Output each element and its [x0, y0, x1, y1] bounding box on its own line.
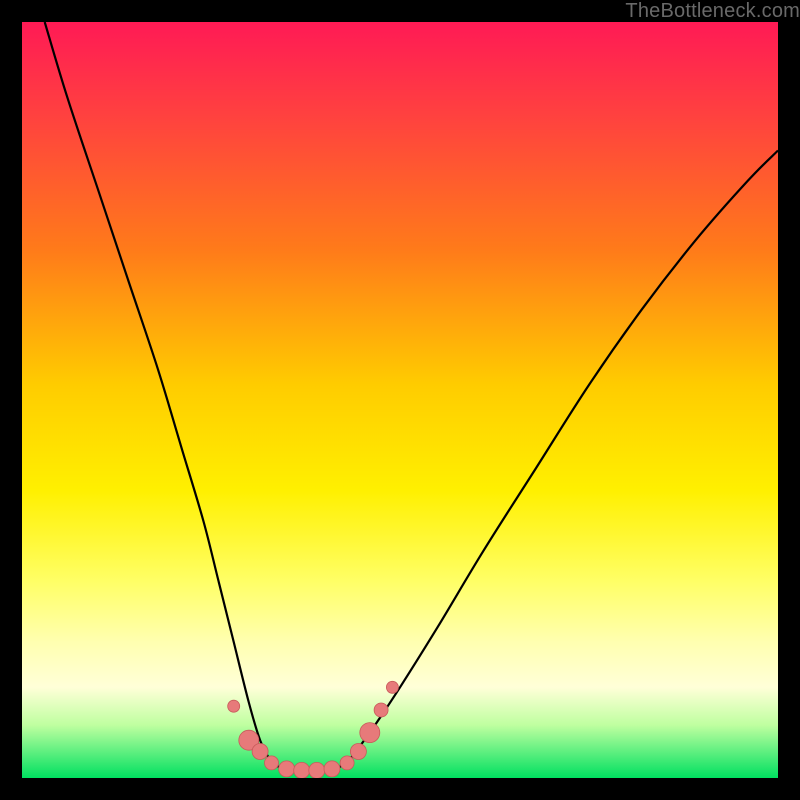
watermark-text: TheBottleneck.com	[625, 0, 800, 23]
chart-frame: TheBottleneck.com	[0, 0, 800, 800]
gradient-plot-area	[22, 22, 778, 778]
